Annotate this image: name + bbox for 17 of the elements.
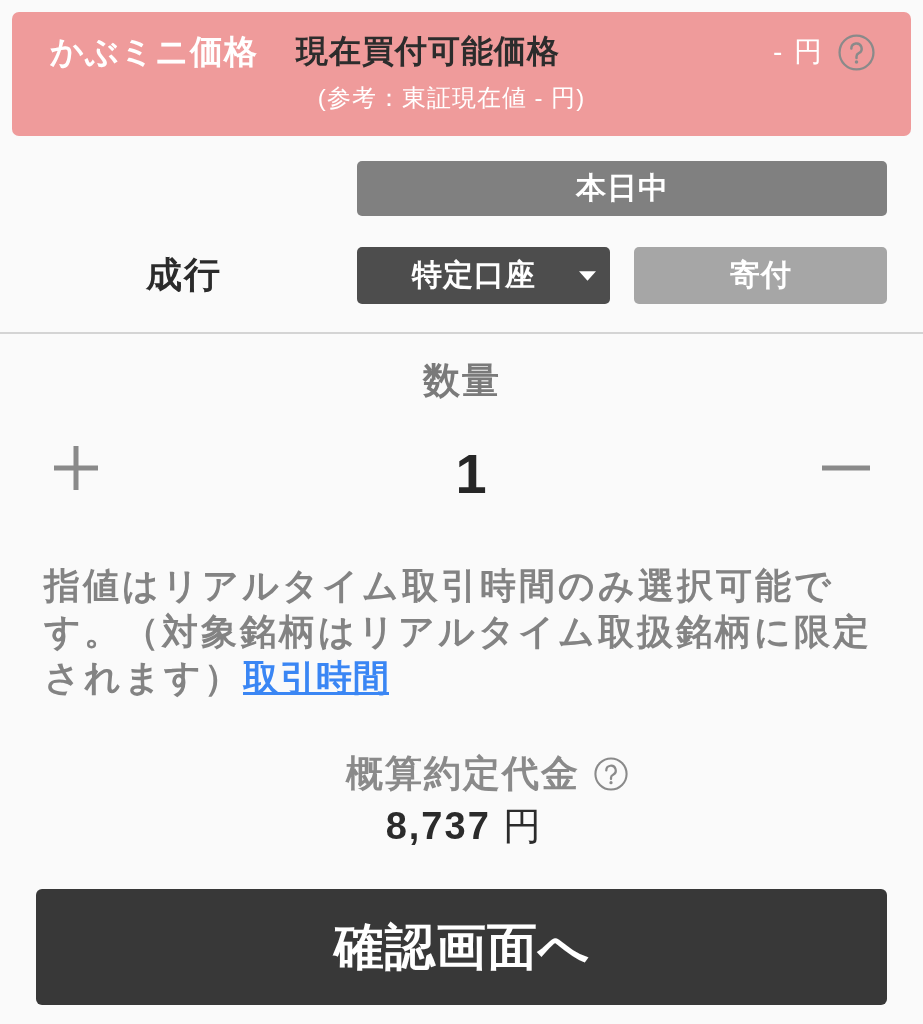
help-icon[interactable]: [593, 757, 628, 791]
notice-text: 指値はリアルタイム取引時間のみ選択可能です。（対象銘柄はリアルタイム取扱銘柄に限定されます）取引時間: [44, 564, 873, 700]
caret-icon: [579, 271, 596, 281]
order-type-label: 成行: [145, 253, 222, 297]
minus-icon[interactable]: [822, 465, 870, 471]
price-value: - 円: [772, 35, 824, 69]
confirm-button[interactable]: 確認画面へ: [36, 889, 887, 1005]
account-dropdown[interactable]: 特定口座: [357, 247, 610, 304]
estimate-amount: 8,737 円: [385, 803, 544, 849]
estimate-label: 概算約定代金: [345, 752, 580, 796]
quantity-value[interactable]: 1: [455, 442, 487, 506]
quantity-label: 数量: [421, 359, 502, 403]
price-title: かぶミニ価格: [50, 31, 258, 72]
plus-icon[interactable]: [52, 444, 100, 492]
reference-price-text: (参考：東証現在値 - 円): [316, 83, 587, 113]
period-button[interactable]: 本日中: [357, 161, 887, 216]
price-label: 現在買付可能価格: [296, 32, 560, 71]
